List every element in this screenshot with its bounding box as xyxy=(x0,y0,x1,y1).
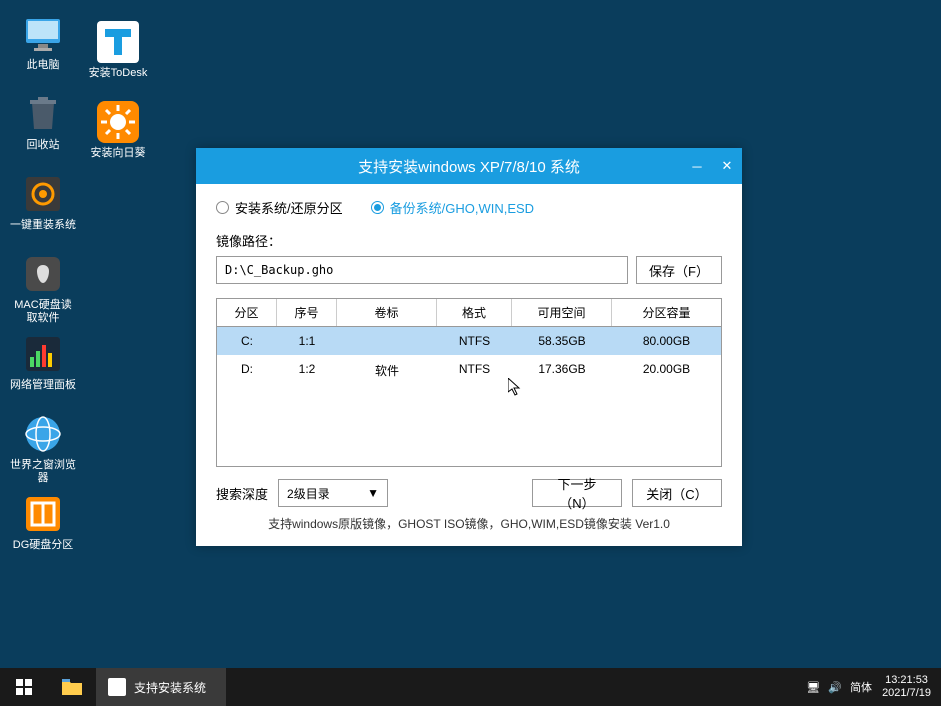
desktop-icon-dg-partition[interactable]: DG硬盘分区 xyxy=(8,488,78,563)
desktop-icon-mac-disk[interactable]: MAC硬盘读取软件 xyxy=(8,248,78,323)
table-row[interactable]: D:1:2软件NTFS17.36GB20.00GB xyxy=(217,355,721,386)
radio-icon xyxy=(371,201,384,214)
radio-label: 备份系统/GHO,WIN,ESD xyxy=(390,198,534,217)
file-explorer-icon[interactable] xyxy=(48,668,96,706)
table-cell: NTFS xyxy=(437,327,512,355)
network-panel-icon xyxy=(22,333,64,375)
path-label: 镜像路径： xyxy=(216,231,722,250)
search-depth-select[interactable]: 2级目录 ▼ xyxy=(278,479,388,507)
table-cell: C: xyxy=(217,327,277,355)
icon-label: 安装向日葵 xyxy=(91,147,146,160)
mac-disk-icon xyxy=(22,253,64,295)
desktop-area: 此电脑回收站一键重装系统 MAC硬盘读取软件网络管理面板世界之窗浏览器 DG硬盘分区 xyxy=(0,0,86,576)
close-button-footer[interactable]: 关闭（C） xyxy=(632,479,722,507)
system-tray: 🖥 🔊 简体 13:21:53 2021/7/19 xyxy=(806,674,941,700)
icon-label: 回收站 xyxy=(27,139,60,152)
network-icon[interactable]: 🖥 xyxy=(806,681,820,694)
computer-icon xyxy=(22,13,64,55)
radio-backup-system[interactable]: 备份系统/GHO,WIN,ESD xyxy=(371,198,534,217)
bottom-controls: 搜索深度 2级目录 ▼ 下一步（N） 关闭（C） xyxy=(216,479,722,507)
partition-table: 分区序号卷标格式可用空间分区容量 C:1:1 NTFS58.35GB80.00GB… xyxy=(216,298,722,467)
column-header[interactable]: 卷标 xyxy=(337,299,437,326)
depth-value: 2级目录 xyxy=(287,485,330,502)
column-header[interactable]: 序号 xyxy=(277,299,337,326)
column-header[interactable]: 分区容量 xyxy=(612,299,721,326)
mode-radio-group: 安装系统/还原分区 备份系统/GHO,WIN,ESD xyxy=(216,198,722,217)
column-header[interactable]: 格式 xyxy=(437,299,512,326)
todesk-icon xyxy=(97,21,139,63)
table-cell: 80.00GB xyxy=(612,327,721,355)
app-icon: ⚙ xyxy=(108,678,126,696)
tray-icons: 🖥 🔊 简体 xyxy=(806,679,872,695)
start-button[interactable] xyxy=(0,668,48,706)
taskbar-app-installer[interactable]: ⚙ 支持安装系统 xyxy=(96,668,226,706)
icon-label: 世界之窗浏览器 xyxy=(9,459,77,485)
dg-partition-icon xyxy=(22,493,64,535)
volume-icon[interactable]: 🔊 xyxy=(828,681,842,694)
table-row[interactable]: C:1:1 NTFS58.35GB80.00GB xyxy=(217,327,721,355)
desktop-icon-sunflower[interactable]: 安装向日葵 xyxy=(83,96,153,171)
icon-label: 安装ToDesk xyxy=(89,67,148,80)
titlebar[interactable]: 支持安装windows XP/7/8/10 系统 ─ ✕ xyxy=(196,148,742,184)
icon-label: 此电脑 xyxy=(27,59,60,72)
table-header: 分区序号卷标格式可用空间分区容量 xyxy=(217,299,721,327)
table-cell: 17.36GB xyxy=(512,355,612,386)
radio-label: 安装系统/还原分区 xyxy=(235,198,343,217)
radio-icon xyxy=(216,201,229,214)
desktop-icon-system-reinstall[interactable]: 一键重装系统 xyxy=(8,168,78,243)
time-text: 13:21:53 xyxy=(882,674,931,687)
browser-icon xyxy=(22,413,64,455)
radio-install-restore[interactable]: 安装系统/还原分区 xyxy=(216,198,343,217)
window-title: 支持安装windows XP/7/8/10 系统 xyxy=(196,156,742,177)
desktop-icon-todesk[interactable]: 安装ToDesk xyxy=(83,16,153,91)
desktop-area-2: 安装ToDesk 安装向日葵 xyxy=(75,8,161,184)
recycle-icon xyxy=(22,93,64,135)
table-cell: NTFS xyxy=(437,355,512,386)
save-button[interactable]: 保存（F） xyxy=(636,256,722,284)
icon-label: DG硬盘分区 xyxy=(13,539,74,552)
table-cell: 1:1 xyxy=(277,327,337,355)
path-row: 保存（F） xyxy=(216,256,722,284)
minimize-button[interactable]: ─ xyxy=(682,148,712,184)
footer-text: 支持windows原版镜像，GHOST ISO镜像，GHO,WIM,ESD镜像安… xyxy=(216,507,722,536)
installer-window: 支持安装windows XP/7/8/10 系统 ─ ✕ 安装系统/还原分区 备… xyxy=(196,148,742,546)
column-header[interactable]: 可用空间 xyxy=(512,299,612,326)
clock[interactable]: 13:21:53 2021/7/19 xyxy=(882,674,931,700)
taskbar-app-label: 支持安装系统 xyxy=(134,679,206,696)
system-reinstall-icon xyxy=(22,173,64,215)
close-button[interactable]: ✕ xyxy=(712,148,742,184)
image-path-input[interactable] xyxy=(216,256,628,284)
desktop-icon-network-panel[interactable]: 网络管理面板 xyxy=(8,328,78,403)
taskbar: ⚙ 支持安装系统 🖥 🔊 简体 13:21:53 2021/7/19 xyxy=(0,668,941,706)
desktop-icon-browser[interactable]: 世界之窗浏览器 xyxy=(8,408,78,483)
ime-indicator[interactable]: 简体 xyxy=(850,679,872,695)
column-header[interactable]: 分区 xyxy=(217,299,277,326)
table-cell: 58.35GB xyxy=(512,327,612,355)
desktop-icon-computer[interactable]: 此电脑 xyxy=(8,8,78,83)
date-text: 2021/7/19 xyxy=(882,687,931,700)
icon-label: MAC硬盘读取软件 xyxy=(9,299,77,325)
table-body[interactable]: C:1:1NTFS58.35GB80.00GBD:1:2软件NTFS17.36G… xyxy=(217,327,721,467)
search-depth-label: 搜索深度 xyxy=(216,484,268,503)
window-controls: ─ ✕ xyxy=(682,148,742,184)
window-body: 安装系统/还原分区 备份系统/GHO,WIN,ESD 镜像路径： 保存（F） 分… xyxy=(196,184,742,546)
table-cell: D: xyxy=(217,355,277,386)
sunflower-icon xyxy=(97,101,139,143)
table-cell: 1:2 xyxy=(277,355,337,386)
table-cell: 软件 xyxy=(337,355,437,386)
table-cell xyxy=(337,327,437,355)
icon-label: 网络管理面板 xyxy=(10,379,76,392)
desktop-icon-recycle[interactable]: 回收站 xyxy=(8,88,78,163)
next-button[interactable]: 下一步（N） xyxy=(532,479,622,507)
table-cell: 20.00GB xyxy=(612,355,721,386)
dropdown-icon: ▼ xyxy=(367,486,379,500)
icon-label: 一键重装系统 xyxy=(10,219,76,232)
